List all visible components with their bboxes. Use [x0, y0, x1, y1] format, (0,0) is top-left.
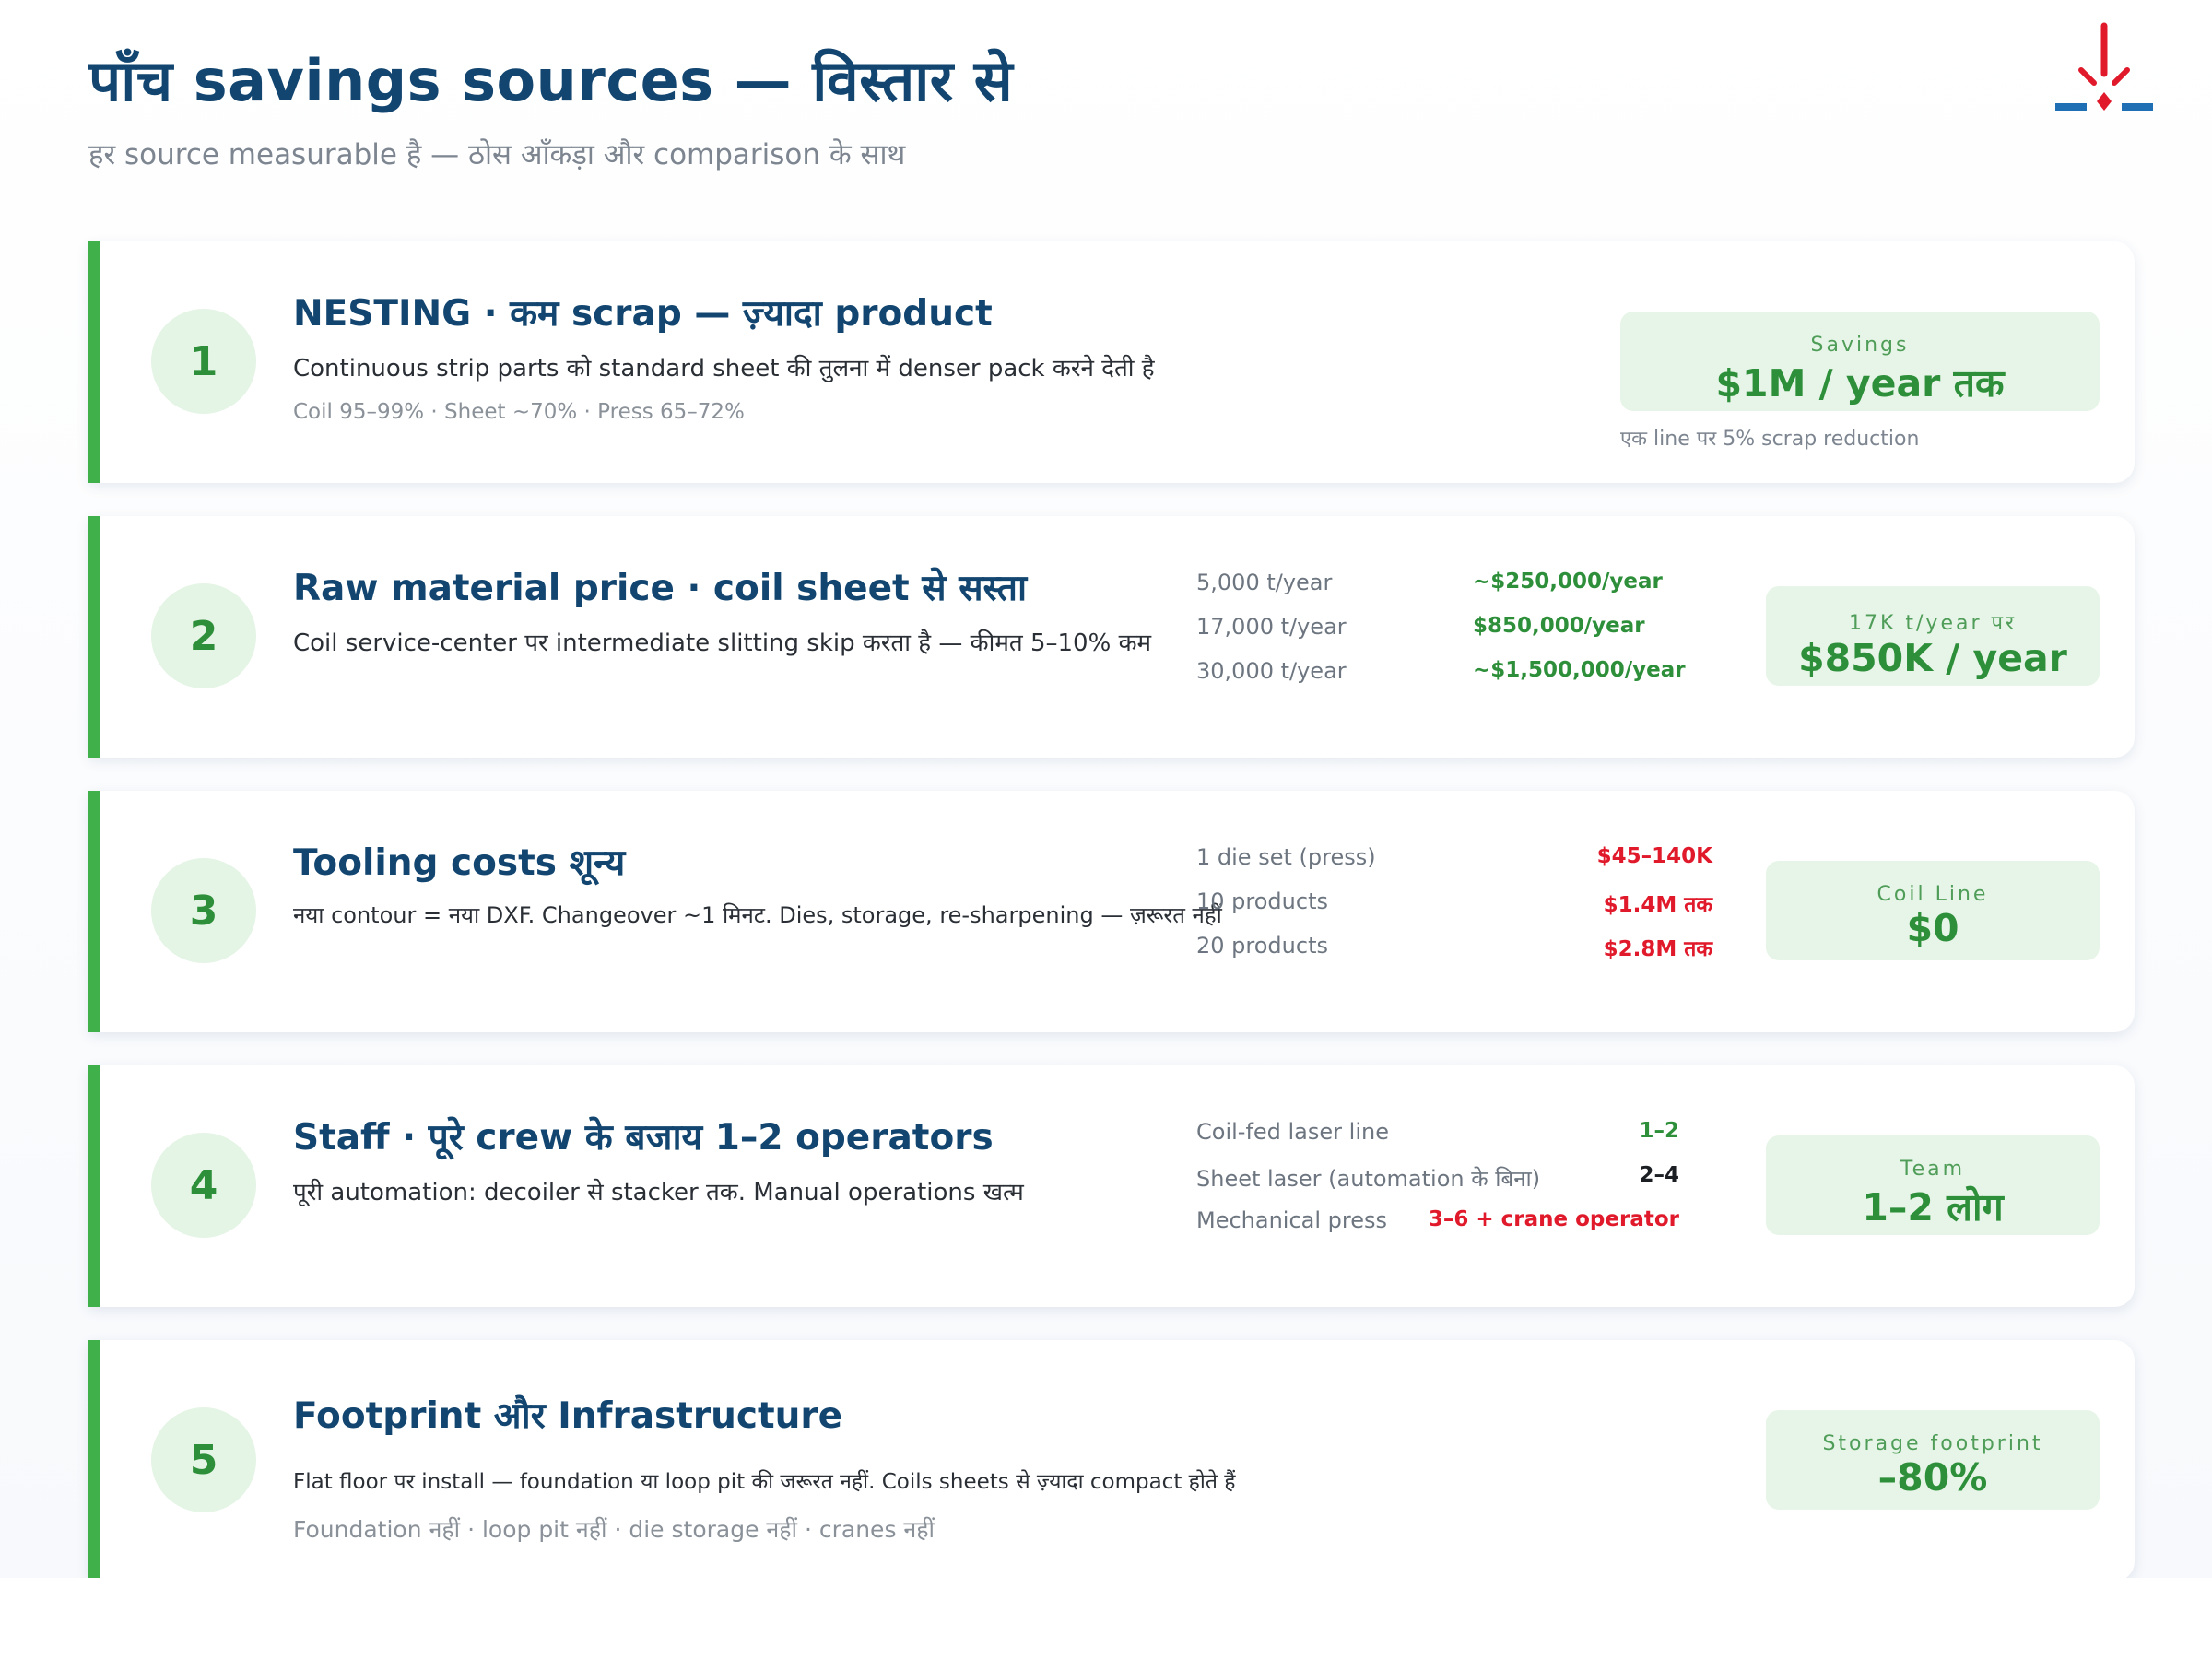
card-number: 5 — [151, 1407, 256, 1512]
stat-value: $1.4M तक — [1603, 893, 1712, 917]
card-title: Tooling costs शून्य — [293, 842, 626, 884]
card-title: Footprint और Infrastructure — [293, 1395, 843, 1437]
card-title: Staff · पूरे crew के बजाय 1–2 operators — [293, 1117, 994, 1159]
stat-label: 10 products — [1196, 888, 1328, 914]
stat-label: 1 die set (press) — [1196, 844, 1376, 870]
savings-badge: Savings $1M / year तक — [1620, 312, 2100, 411]
card-number: 4 — [151, 1133, 256, 1238]
stat-row: 20 products $2.8M तक — [1196, 933, 1731, 977]
savings-badge: Coil Line $0 — [1766, 861, 2100, 960]
stat-value: $2.8M तक — [1603, 937, 1712, 961]
stat-label: Mechanical press — [1196, 1207, 1388, 1233]
stat-value: $850,000/year — [1473, 614, 1645, 638]
stat-value: 3–6 + crane operator — [1428, 1207, 1679, 1231]
stat-value: 1–2 — [1639, 1119, 1679, 1143]
card-description: नया contour = नया DXF. Changeover ~1 मिन… — [293, 902, 1222, 928]
card-description: पूरी automation: decoiler से stacker तक.… — [293, 1179, 1024, 1206]
savings-card-raw-material: 2 Raw material price · coil sheet से सस्… — [88, 516, 2135, 758]
badge-label: Storage footprint — [1822, 1432, 2043, 1455]
card-number: 3 — [151, 858, 256, 963]
savings-card-staff: 4 Staff · पूरे crew के बजाय 1–2 operator… — [88, 1065, 2135, 1307]
card-number: 2 — [151, 583, 256, 688]
stat-label: 20 products — [1196, 933, 1328, 959]
badge-label: Team — [1900, 1158, 1966, 1181]
bottom-band — [0, 1578, 2212, 1659]
stat-value: ~$1,500,000/year — [1473, 658, 1686, 682]
savings-badge: Team 1–2 लोग — [1766, 1135, 2100, 1235]
stats-table: 1 die set (press) $45–140K 10 products $… — [1196, 844, 1731, 977]
stat-row: 10 products $1.4M तक — [1196, 888, 1731, 933]
stat-value: 2–4 — [1639, 1163, 1679, 1187]
card-title: Raw material price · coil sheet से सस्ता — [293, 568, 1028, 609]
stat-label: 17,000 t/year — [1196, 614, 1347, 640]
badge-value: $850K / year — [1798, 636, 2067, 680]
card-title: NESTING · कम scrap — ज़्यादा product — [293, 293, 993, 335]
stat-row: Coil-fed laser line 1–2 — [1196, 1119, 1731, 1163]
slide: पाँच savings sources — विस्तार से हर sou… — [0, 0, 2212, 1582]
card-number: 1 — [151, 309, 256, 414]
savings-card-tooling: 3 Tooling costs शून्य नया contour = नया … — [88, 791, 2135, 1032]
stats-table: Coil-fed laser line 1–2 Sheet laser (aut… — [1196, 1119, 1731, 1252]
stat-row: 1 die set (press) $45–140K — [1196, 844, 1731, 888]
badge-label: 17K t/year पर — [1848, 612, 2018, 635]
badge-label: Savings — [1810, 334, 1910, 357]
badge-value: –80% — [1877, 1455, 1988, 1500]
stat-row: Sheet laser (automation के बिना) 2–4 — [1196, 1163, 1731, 1207]
stat-value: ~$250,000/year — [1473, 570, 1663, 594]
savings-card-nesting: 1 NESTING · कम scrap — ज़्यादा product C… — [88, 241, 2135, 483]
badge-value: $0 — [1906, 906, 1959, 950]
page-title: पाँच savings sources — विस्तार से — [88, 47, 1014, 114]
card-description: Continuous strip parts को standard sheet… — [293, 355, 1155, 382]
spark-logo-icon — [2055, 22, 2153, 111]
stat-row: 5,000 t/year ~$250,000/year — [1196, 570, 1768, 614]
savings-card-footprint: 5 Footprint और Infrastructure Flat floor… — [88, 1340, 2135, 1582]
badge-label: Coil Line — [1877, 883, 1989, 906]
stat-label: Coil-fed laser line — [1196, 1119, 1389, 1145]
stat-label: 30,000 t/year — [1196, 658, 1347, 684]
stat-value: $45–140K — [1596, 844, 1712, 868]
savings-badge: Storage footprint –80% — [1766, 1410, 2100, 1510]
badge-value: $1M / year तक — [1715, 361, 2005, 406]
stat-label: 5,000 t/year — [1196, 570, 1333, 595]
card-description: Flat floor पर install — foundation या lo… — [293, 1470, 1236, 1494]
page-subtitle: हर source measurable है — ठोस आँकड़ा और … — [88, 138, 906, 171]
badge-note: एक line पर 5% scrap reduction — [1620, 428, 1920, 451]
badge-value: 1–2 लोग — [1862, 1185, 2004, 1230]
card-note: Foundation नहीं · loop pit नहीं · die st… — [293, 1516, 935, 1543]
card-description: Coil service-center पर intermediate slit… — [293, 629, 1152, 657]
stat-row: Mechanical press 3–6 + crane operator — [1196, 1207, 1731, 1252]
stat-row: 17,000 t/year $850,000/year — [1196, 614, 1768, 658]
stat-label: Sheet laser (automation के बिना) — [1196, 1166, 1541, 1192]
card-note: Coil 95–99% · Sheet ~70% · Press 65–72% — [293, 400, 745, 424]
stats-table: 5,000 t/year ~$250,000/year 17,000 t/yea… — [1196, 570, 1768, 702]
savings-badge: 17K t/year पर $850K / year — [1766, 586, 2100, 686]
stat-row: 30,000 t/year ~$1,500,000/year — [1196, 658, 1768, 702]
